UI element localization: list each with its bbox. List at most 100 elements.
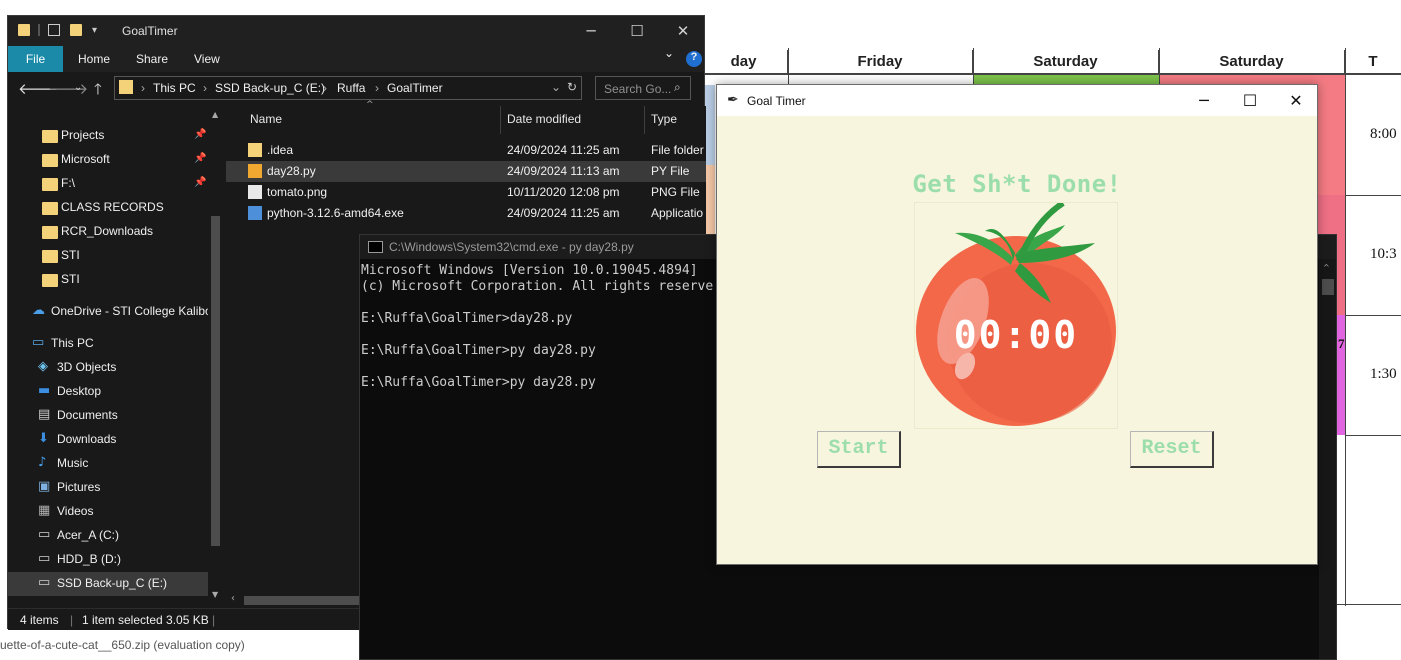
- schedule-time-2: 10:3: [1370, 246, 1397, 262]
- column-header-date[interactable]: Date modified: [507, 112, 581, 126]
- minimize-button[interactable]: ─: [568, 16, 614, 46]
- file-date: 10/11/2020 12:08 pm: [507, 185, 620, 199]
- column-header-name[interactable]: Name: [250, 112, 282, 126]
- properties-icon[interactable]: [48, 24, 60, 36]
- column-header-type[interactable]: Type: [651, 112, 677, 126]
- breadcrumb-ruffa[interactable]: Ruffa: [337, 81, 365, 95]
- explorer-address-row: 🡐 🡒 ⌄ 🡑 › This PC › SSD Back-up_C (E:) ›…: [8, 72, 704, 104]
- cmd-scrollbar[interactable]: ^: [1319, 259, 1336, 659]
- pin-icon: 📌: [194, 153, 207, 164]
- video-icon: ▦: [38, 503, 51, 518]
- folder-icon: [42, 250, 58, 263]
- file-date: 24/09/2024 11:25 am: [507, 206, 620, 220]
- cube-icon: ◈: [38, 359, 48, 374]
- python-file-icon: [248, 164, 262, 178]
- nav-item[interactable]: ▭ SSD Back-up_C (E:): [8, 572, 208, 596]
- scroll-up-icon[interactable]: ^: [1323, 263, 1330, 272]
- sort-arrow-icon: ^: [366, 100, 374, 110]
- nav-item[interactable]: ▤ Documents: [8, 404, 208, 428]
- goal-timer-window[interactable]: ✒ Goal Timer ─ ☐ ✕ Get Sh*t Done! 00:00 …: [716, 84, 1318, 565]
- nav-item[interactable]: Projects 📌: [8, 124, 208, 148]
- nav-item[interactable]: ◈ 3D Objects: [8, 356, 208, 380]
- nav-item[interactable]: ▦ Videos: [8, 500, 208, 524]
- nav-item[interactable]: F:\ 📌: [8, 172, 208, 196]
- nav-item-label: Downloads: [57, 432, 117, 446]
- scrollbar-thumb[interactable]: [211, 216, 220, 546]
- breadcrumb-drive[interactable]: SSD Back-up_C (E:): [215, 81, 325, 95]
- search-icon: ⌕: [674, 80, 681, 94]
- file-row[interactable]: python-3.12.6-amd64.exe 24/09/2024 11:25 …: [226, 203, 706, 224]
- close-button[interactable]: ✕: [660, 16, 706, 46]
- nav-item-label: OneDrive - STI College Kalibo: [51, 304, 212, 318]
- file-row[interactable]: day28.py 24/09/2024 11:13 am PY File: [226, 161, 706, 182]
- nav-item[interactable]: Microsoft 📌: [8, 148, 208, 172]
- folder-icon: [42, 178, 58, 191]
- file-type: File folder: [651, 143, 704, 157]
- address-bar[interactable]: › This PC › SSD Back-up_C (E:) › Ruffa ›…: [114, 76, 582, 100]
- expand-ribbon-icon[interactable]: ⌄: [664, 46, 674, 72]
- feather-icon: ✒: [727, 92, 739, 108]
- cmd-icon: [368, 241, 383, 253]
- nav-item[interactable]: ▭ Acer_A (C:): [8, 524, 208, 548]
- tab-view[interactable]: View: [194, 46, 220, 72]
- nav-item[interactable]: STI: [8, 268, 208, 292]
- nav-scrollbar[interactable]: ▲ ▼: [208, 106, 223, 608]
- drive-icon: ▭: [38, 527, 51, 542]
- breadcrumb-goaltimer[interactable]: GoalTimer: [387, 81, 443, 95]
- refresh-icon[interactable]: ↻: [567, 80, 577, 94]
- breadcrumb-this-pc[interactable]: This PC: [153, 81, 196, 95]
- file-row[interactable]: tomato.png 10/11/2020 12:08 pm PNG File: [226, 182, 706, 203]
- scroll-up-icon[interactable]: ▲: [212, 110, 218, 119]
- nav-item[interactable]: CLASS RECORDS: [8, 196, 208, 220]
- scrollbar-thumb[interactable]: [244, 596, 364, 605]
- address-dropdown-icon[interactable]: ⌄: [551, 80, 561, 94]
- start-button[interactable]: Start: [817, 431, 901, 468]
- scroll-down-icon[interactable]: ▼: [212, 590, 218, 599]
- nav-item-label: Acer_A (C:): [57, 528, 120, 542]
- nav-item[interactable]: ▬ Desktop: [8, 380, 208, 404]
- reset-button[interactable]: Reset: [1130, 431, 1214, 468]
- minimize-button[interactable]: ─: [1181, 85, 1227, 116]
- divider: [38, 24, 40, 36]
- search-input[interactable]: Search Go... ⌕: [595, 76, 691, 100]
- nav-item[interactable]: ▣ Pictures: [8, 476, 208, 500]
- recent-locations-icon[interactable]: ⌄: [74, 82, 82, 93]
- new-folder-icon[interactable]: [70, 24, 82, 36]
- nav-item[interactable]: ♪ Music: [8, 452, 208, 476]
- file-row[interactable]: .idea 24/09/2024 11:25 am File folder: [226, 140, 706, 161]
- nav-item-label: 3D Objects: [57, 360, 117, 374]
- selection-info: 1 item selected 3.05 KB: [82, 613, 209, 627]
- nav-item[interactable]: ▭ This PC: [8, 332, 208, 356]
- goal-timer-title: Goal Timer: [747, 94, 806, 108]
- nav-item-label: F:\: [61, 176, 75, 190]
- help-icon[interactable]: ?: [686, 51, 702, 67]
- scrollbar-thumb[interactable]: [1322, 279, 1334, 295]
- nav-item-label: This PC: [51, 336, 94, 350]
- installer-icon: [248, 206, 262, 220]
- maximize-button[interactable]: ☐: [614, 16, 660, 46]
- nav-item-label: Pictures: [57, 480, 101, 494]
- explorer-title-bar[interactable]: ▾ GoalTimer ─ ☐ ✕: [8, 16, 704, 46]
- nav-item[interactable]: ⬇ Downloads: [8, 428, 208, 452]
- tab-file[interactable]: File: [8, 46, 63, 72]
- nav-item-label: HDD_B (D:): [57, 552, 122, 566]
- nav-item[interactable]: STI: [8, 244, 208, 268]
- document-icon: ▤: [38, 407, 51, 422]
- customize-quick-access-icon[interactable]: ▾: [92, 25, 104, 37]
- file-name: .idea: [267, 143, 294, 157]
- file-name: python-3.12.6-amd64.exe: [267, 206, 404, 220]
- tab-home[interactable]: Home: [78, 46, 110, 72]
- close-button[interactable]: ✕: [1273, 85, 1319, 116]
- goal-timer-title-bar[interactable]: ✒ Goal Timer ─ ☐ ✕: [717, 85, 1317, 116]
- file-name: tomato.png: [267, 185, 328, 199]
- nav-item[interactable]: RCR_Downloads: [8, 220, 208, 244]
- scroll-left-icon[interactable]: ‹: [231, 593, 235, 604]
- tab-share[interactable]: Share: [136, 46, 168, 72]
- folder-icon: [42, 130, 58, 143]
- up-arrow-icon[interactable]: 🡑: [94, 79, 102, 104]
- maximize-button[interactable]: ☐: [1227, 85, 1273, 116]
- nav-item[interactable]: ▭ HDD_B (D:): [8, 548, 208, 572]
- navigation-pane[interactable]: Projects 📌 Microsoft 📌 F:\ 📌 CLASS RECORDS RCR_…: [8, 106, 223, 608]
- nav-item[interactable]: ☁ OneDrive - STI College Kalibo: [8, 300, 212, 324]
- folder-icon: [42, 202, 58, 215]
